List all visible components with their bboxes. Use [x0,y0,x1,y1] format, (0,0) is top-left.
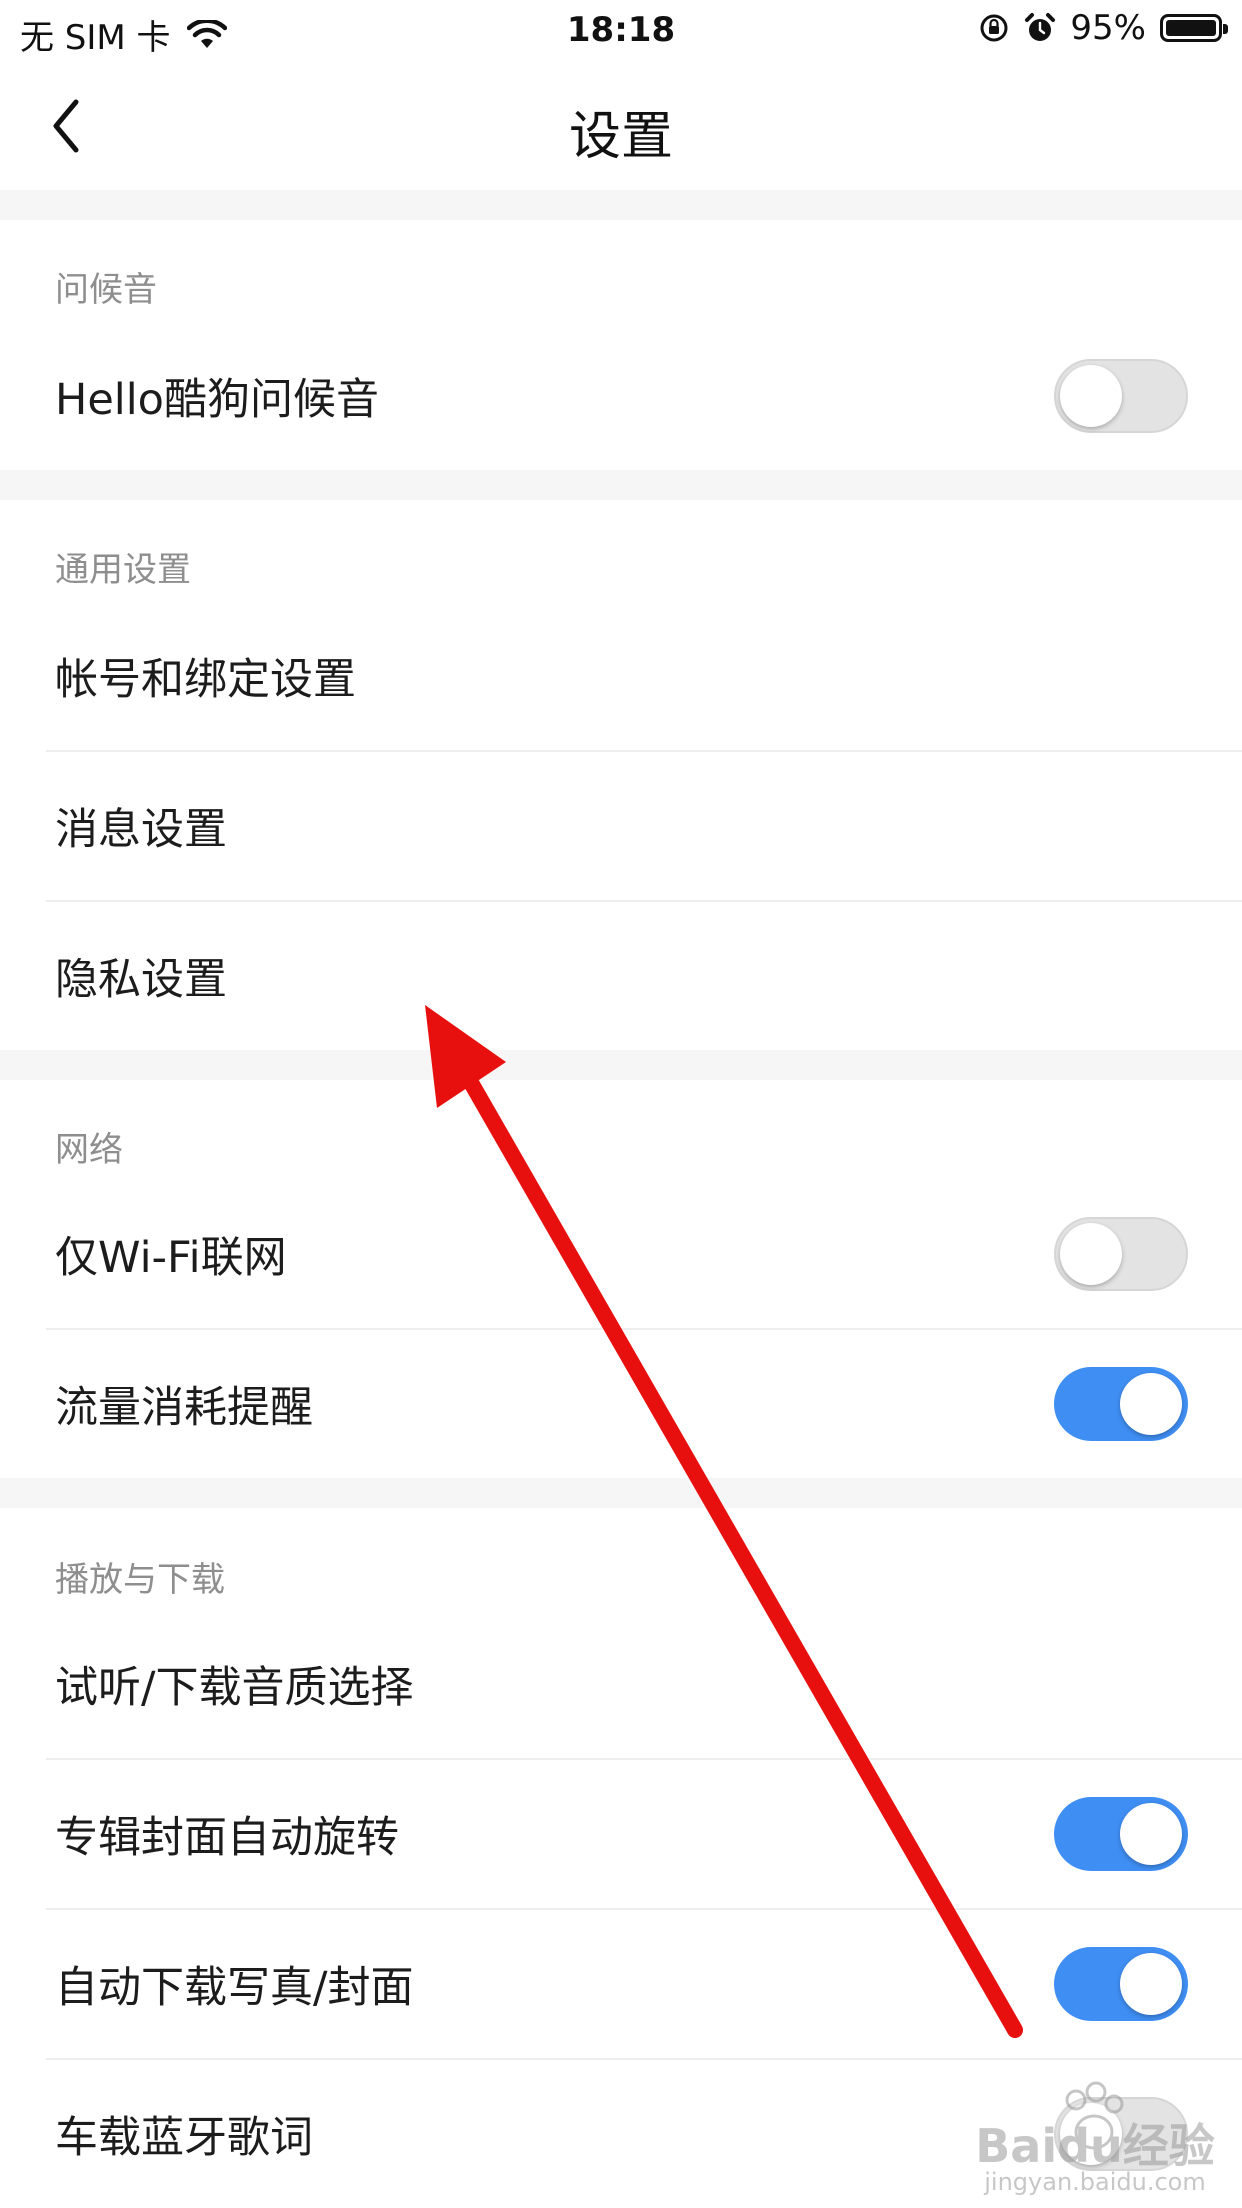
row-message-settings[interactable]: 消息设置 [0,752,1242,900]
section-header-general: 通用设置 [55,550,191,590]
toggle-knob [1120,1373,1182,1435]
row-label: 专辑封面自动旋转 [55,1813,399,1863]
battery-icon [1160,14,1228,42]
page-title: 设置 [568,107,673,167]
nav-bar: 设置 [0,62,1242,190]
row-label: 自动下载写真/封面 [55,1963,414,2013]
row-label: 仅Wi-Fi联网 [55,1233,287,1283]
toggle-knob [1120,1953,1182,2015]
row-label: 车载蓝牙歌词 [55,2113,313,2163]
alarm-icon [1025,13,1056,41]
section-gap [0,190,1242,220]
data-usage-reminder-toggle[interactable] [1054,1367,1188,1441]
section-gap [0,1478,1242,1508]
row-audio-quality[interactable]: 试听/下载音质选择 [0,1610,1242,1758]
settings-screen: 无 SIM 卡 18:18 95% 设置 问候音 Hello酷狗问候音 通用设置… [0,0,1242,2208]
toggle-knob [1060,1223,1122,1285]
status-bar: 无 SIM 卡 18:18 95% [0,0,1242,62]
row-auto-download-photos[interactable]: 自动下载写真/封面 [0,1910,1242,2058]
row-account-binding[interactable]: 帐号和绑定设置 [0,602,1242,750]
row-privacy-settings[interactable]: 隐私设置 [0,902,1242,1050]
toggle-knob [1060,365,1122,427]
status-right: 95% [978,8,1228,48]
album-cover-rotate-toggle[interactable] [1054,1797,1188,1871]
row-album-cover-rotate[interactable]: 专辑封面自动旋转 [0,1760,1242,1908]
battery-percent: 95% [1070,8,1146,48]
row-car-bluetooth-lyrics[interactable]: 车载蓝牙歌词 [0,2060,1242,2208]
row-label: Hello酷狗问候音 [55,375,379,425]
row-label: 隐私设置 [55,955,227,1005]
row-wifi-only[interactable]: 仅Wi-Fi联网 [0,1180,1242,1328]
battery-fill [1166,20,1216,36]
wifi-only-toggle[interactable] [1054,1217,1188,1291]
orientation-lock-icon [980,14,1008,42]
row-label: 流量消耗提醒 [55,1383,313,1433]
row-hello-greeting[interactable]: Hello酷狗问候音 [0,322,1242,470]
toggle-knob [1060,2103,1122,2165]
section-header-network: 网络 [55,1130,123,1170]
section-header-playback: 播放与下载 [55,1560,225,1600]
row-data-usage-reminder[interactable]: 流量消耗提醒 [0,1330,1242,1478]
toggle-knob [1120,1803,1182,1865]
section-gap [0,470,1242,500]
section-header-greeting: 问候音 [55,270,157,310]
hello-greeting-toggle[interactable] [1054,359,1188,433]
row-label: 帐号和绑定设置 [55,655,356,705]
section-gap [0,1050,1242,1080]
row-label: 试听/下载音质选择 [55,1663,414,1713]
auto-download-photos-toggle[interactable] [1054,1947,1188,2021]
row-label: 消息设置 [55,805,227,855]
car-bluetooth-lyrics-toggle[interactable] [1054,2097,1188,2171]
